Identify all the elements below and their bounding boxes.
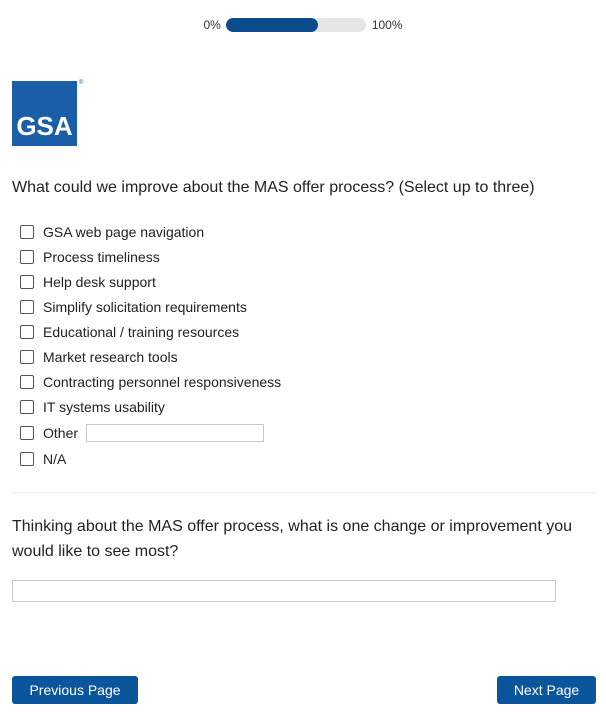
progress-indicator: 0% 100%: [0, 17, 606, 33]
option-label: IT systems usability: [43, 398, 165, 415]
registered-mark: ®: [79, 80, 84, 86]
option-label: Help desk support: [43, 273, 156, 290]
question-1-text: What could we improve about the MAS offe…: [12, 179, 535, 196]
progress-end-label: 100%: [371, 18, 403, 32]
checkbox[interactable]: [20, 324, 34, 339]
progress-fill: [225, 18, 319, 32]
gsa-logo-text: GSA: [16, 111, 73, 141]
option-label: N/A: [43, 450, 67, 467]
option-process-timeliness[interactable]: Process timeliness: [20, 244, 281, 269]
option-label: Market research tools: [43, 348, 178, 365]
option-educational-training-resources[interactable]: Educational / training resources: [20, 319, 281, 344]
next-page-button[interactable]: Next Page: [497, 676, 596, 704]
gsa-logo: GSA: [12, 81, 77, 146]
checkbox[interactable]: [20, 299, 34, 314]
option-label: Educational / training resources: [43, 323, 240, 340]
checkbox[interactable]: [20, 425, 34, 440]
checkbox[interactable]: [20, 374, 34, 389]
option-label: Process timeliness: [43, 248, 160, 265]
question-2-text: Thinking about the MAS offer process, wh…: [12, 518, 573, 560]
previous-page-button[interactable]: Previous Page: [12, 676, 138, 704]
option-contracting-personnel-responsiveness[interactable]: Contracting personnel responsiveness: [20, 369, 281, 394]
checkbox[interactable]: [20, 249, 34, 264]
progress-start-label: 0%: [203, 18, 221, 32]
question-1-options: GSA web page navigation Process timeline…: [20, 219, 281, 471]
progress-track: [225, 18, 366, 32]
option-market-research-tools[interactable]: Market research tools: [20, 344, 281, 369]
section-divider: [12, 492, 596, 493]
option-other[interactable]: Other: [20, 419, 281, 446]
option-label: Contracting personnel responsiveness: [43, 373, 282, 390]
checkbox[interactable]: [20, 224, 34, 239]
option-simplify-solicitation-requirements[interactable]: Simplify solicitation requirements: [20, 294, 281, 319]
option-help-desk-support[interactable]: Help desk support: [20, 269, 281, 294]
option-label: GSA web page navigation: [43, 223, 205, 240]
checkbox[interactable]: [20, 274, 34, 289]
option-it-systems-usability[interactable]: IT systems usability: [20, 394, 281, 419]
option-na[interactable]: N/A: [20, 446, 281, 471]
checkbox[interactable]: [20, 349, 34, 364]
option-gsa-web-page-navigation[interactable]: GSA web page navigation: [20, 219, 281, 244]
checkbox[interactable]: [20, 451, 34, 466]
question-2-answer-input[interactable]: [12, 580, 556, 602]
checkbox[interactable]: [20, 399, 34, 414]
option-label: Simplify solicitation requirements: [43, 298, 247, 315]
option-label: Other: [43, 424, 79, 441]
other-text-input[interactable]: [86, 423, 265, 442]
